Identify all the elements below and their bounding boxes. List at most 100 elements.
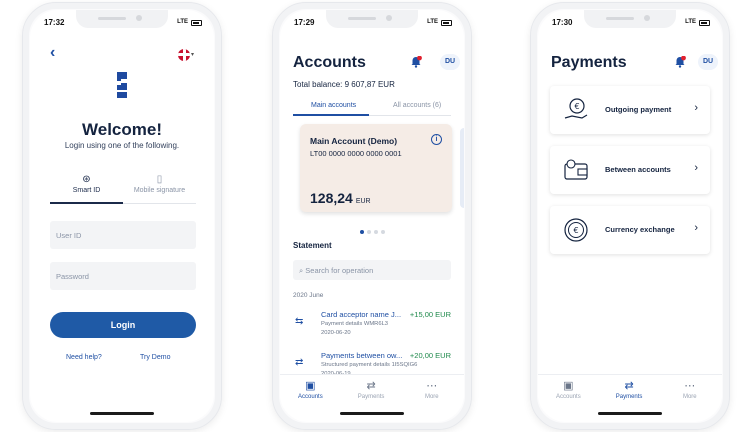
account-iban: LT00 0000 0000 0000 0001 (310, 149, 402, 158)
date-group-label: 2020 June (293, 292, 324, 299)
nav-more-label: More (682, 394, 697, 400)
carousel-dots (280, 221, 464, 239)
welcome-heading: Welcome! (82, 120, 162, 139)
transfer-icon: ⇆ (295, 316, 304, 327)
search-icon: ⌕ (299, 266, 304, 275)
notch (326, 10, 418, 28)
notch (76, 10, 168, 28)
currency-exchange-option[interactable]: € Currency exchange › (550, 206, 710, 254)
try-demo-link[interactable]: Try Demo (140, 354, 170, 361)
mobile-phone-icon: ▯ (156, 174, 163, 185)
accounts-screen: 17:29 LTE Accounts DU Total balance: 9 6… (280, 10, 464, 422)
wallet-icon: ▣ (563, 380, 574, 392)
phone-login-screen: 17:32 LTE ‹ ▾ Welcome! Login using one o… (22, 2, 222, 430)
page-title: Payments (551, 54, 627, 71)
more-dots-icon: ⋯ (684, 380, 696, 392)
transaction-amount: +20,00 EUR (409, 351, 451, 360)
search-placeholder: Search for operation (305, 266, 374, 275)
status-time: 17:29 (294, 18, 315, 27)
tab-smart-id-label: Smart ID (72, 187, 101, 194)
login-subtitle: Login using one of the following. (64, 141, 180, 150)
transfer-icon: ⇄ (295, 357, 304, 368)
status-time: 17:32 (44, 18, 65, 27)
tab-main-accounts[interactable]: Main accounts (311, 102, 356, 109)
next-account-card[interactable] (460, 128, 464, 208)
account-amount: 128,24 EUR (310, 190, 371, 206)
operation-search-input[interactable]: ⌕ Search for operation (293, 260, 451, 280)
chevron-right-icon: › (694, 102, 698, 114)
tab-mobile-signature-label: Mobile signature (133, 187, 186, 194)
outgoing-payment-icon: € (564, 98, 588, 119)
account-tabs: Main accounts All accounts (6) (293, 96, 451, 116)
language-selector[interactable]: ▾ (178, 46, 200, 61)
battery-icon (191, 20, 202, 26)
transaction-name: Payments between ow... (321, 351, 403, 360)
svg-text:€: € (574, 102, 579, 111)
nav-payments-label: Payments (357, 394, 385, 400)
page-title: Accounts (293, 54, 366, 71)
nav-accounts-label: Accounts (298, 394, 323, 400)
nav-more[interactable]: ⋯ More (401, 380, 462, 400)
outgoing-payment-label: Outgoing payment (605, 105, 672, 114)
nav-payments-label: Payments (615, 394, 643, 400)
user-id-field[interactable]: User ID (50, 221, 196, 249)
carousel-dot (366, 230, 371, 234)
outgoing-payment-option[interactable]: € Outgoing payment › (550, 86, 710, 134)
account-card[interactable]: Main Account (Demo) LT00 0000 0000 0000 … (300, 124, 452, 212)
wallet-icon: ▣ (305, 380, 316, 392)
account-amount-value: 128,24 (310, 190, 353, 206)
between-accounts-option[interactable]: Between accounts › (550, 146, 710, 194)
battery-icon (441, 20, 452, 26)
tab-smart-id[interactable]: ⊛ Smart ID (50, 174, 123, 194)
transaction-name: Card acceptor name J... (321, 310, 402, 319)
home-indicator (340, 412, 404, 415)
phone-payments-screen: 17:30 LTE Payments DU € Outgoing payment… (530, 2, 730, 430)
svg-text:€: € (573, 226, 578, 235)
between-accounts-icon (564, 159, 588, 180)
between-accounts-label: Between accounts (605, 165, 671, 174)
nav-accounts[interactable]: ▣ Accounts (538, 380, 599, 400)
login-button[interactable]: Login (50, 312, 196, 338)
bottom-navigation: ▣ Accounts ⇄ Payments ⋯ More (538, 374, 722, 408)
login-method-tabs: ⊛ Smart ID ▯ Mobile signature (50, 174, 196, 204)
nav-payments[interactable]: ⇄ Payments (599, 380, 660, 400)
more-dots-icon: ⋯ (426, 380, 438, 392)
password-field[interactable]: Password (50, 262, 196, 290)
currency-exchange-icon: € (564, 218, 588, 242)
carousel-dot (373, 230, 378, 234)
notification-bell-icon[interactable] (674, 56, 686, 68)
status-time: 17:30 (552, 18, 573, 27)
home-indicator (90, 412, 154, 415)
nav-accounts[interactable]: ▣ Accounts (280, 380, 341, 400)
transaction-details: Structured payment details 1I5SQIG6 (321, 362, 418, 368)
bank-logo-icon (117, 72, 127, 98)
tab-all-accounts[interactable]: All accounts (6) (393, 102, 441, 109)
home-indicator (598, 412, 662, 415)
battery-icon (699, 20, 710, 26)
tab-mobile-signature[interactable]: ▯ Mobile signature (123, 174, 196, 194)
notification-bell-icon[interactable] (410, 56, 422, 68)
need-help-link[interactable]: Need help? (66, 354, 102, 361)
chevron-right-icon: › (694, 162, 698, 174)
notch (584, 10, 676, 28)
info-icon[interactable]: i (431, 134, 442, 145)
avatar[interactable]: DU (698, 54, 718, 70)
phone-accounts-screen: 17:29 LTE Accounts DU Total balance: 9 6… (272, 2, 472, 430)
carousel-dot (380, 230, 385, 234)
network-indicator: LTE (427, 19, 438, 25)
nav-more[interactable]: ⋯ More (659, 380, 720, 400)
transaction-row[interactable]: ⇆ Card acceptor name J... +15,00 EUR Pay… (293, 310, 451, 346)
transfer-arrows-icon: ⇄ (624, 380, 634, 392)
avatar[interactable]: DU (440, 54, 460, 70)
nav-payments[interactable]: ⇄ Payments (341, 380, 402, 400)
chevron-down-icon: ▾ (191, 52, 195, 59)
uk-flag-icon (178, 48, 190, 61)
payments-screen: 17:30 LTE Payments DU € Outgoing payment… (538, 10, 722, 422)
transaction-details: Payment details WMR6L3 (321, 321, 389, 327)
statement-heading: Statement (293, 241, 332, 250)
nav-more-label: More (424, 394, 439, 400)
back-arrow-icon[interactable]: ‹ (50, 44, 55, 62)
transaction-date: 2020-06-20 (321, 330, 351, 336)
smart-id-icon: ⊛ (82, 174, 91, 185)
account-name: Main Account (Demo) (310, 136, 398, 146)
